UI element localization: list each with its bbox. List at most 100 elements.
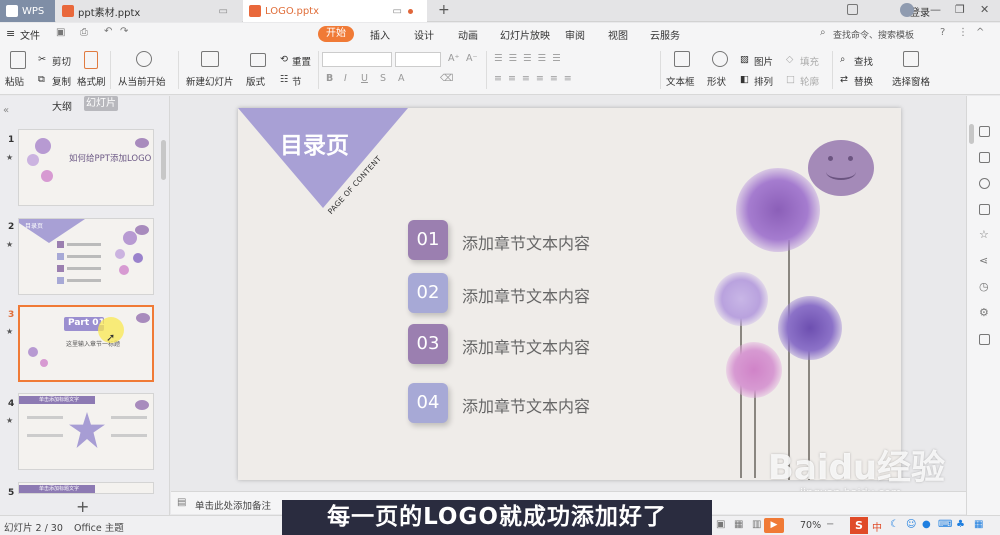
bold-icon[interactable]: B: [326, 73, 333, 84]
property-icon[interactable]: [979, 126, 990, 137]
monitor-icon[interactable]: ▭: [393, 6, 402, 17]
monitor-icon[interactable]: ▭: [219, 6, 228, 17]
picture-button[interactable]: 图片: [754, 54, 773, 68]
help-icon[interactable]: ?: [940, 27, 945, 38]
slide-thumbnail-3[interactable]: Part 01 这里输入章节一标题 ➚: [18, 305, 154, 382]
fill-button[interactable]: 填充: [800, 54, 819, 68]
outline-button[interactable]: 轮廓: [800, 74, 819, 88]
image-panel-icon[interactable]: [979, 204, 990, 215]
new-slide-button[interactable]: 新建幻灯片: [186, 74, 234, 88]
section-button[interactable]: 节: [292, 74, 302, 88]
zoom-level[interactable]: 70%: [800, 520, 821, 531]
arrange-icon[interactable]: ◧: [740, 74, 749, 85]
redo-icon[interactable]: ↷: [120, 26, 128, 37]
star-icon[interactable]: ☆: [979, 228, 989, 241]
play-slideshow-button[interactable]: ▶: [764, 518, 784, 533]
close-icon[interactable]: ✕: [980, 3, 989, 16]
maximize-icon[interactable]: ❐: [955, 3, 965, 16]
hamburger-icon[interactable]: ≡: [6, 27, 15, 40]
command-search[interactable]: 查找命令、搜索模板: [833, 28, 914, 41]
panel-scrollbar[interactable]: [161, 140, 166, 180]
backup-icon[interactable]: [979, 334, 990, 345]
reading-view-icon[interactable]: ▥: [752, 519, 761, 530]
outline-icon[interactable]: □: [786, 74, 795, 85]
ime-language-icon[interactable]: 中: [872, 519, 882, 534]
find-button[interactable]: 查找: [854, 54, 873, 68]
print-icon[interactable]: ⎙: [80, 27, 88, 38]
align-icons[interactable]: ≡≡≡≡≡≡: [494, 73, 578, 84]
more-icon[interactable]: ⋮: [958, 27, 968, 38]
collapse-panel-icon[interactable]: «: [3, 105, 9, 116]
ime-keyboard-icon[interactable]: ⌨: [938, 519, 952, 530]
vertical-scrollbar[interactable]: [969, 124, 974, 144]
reset-button[interactable]: 重置: [292, 54, 311, 68]
copy-icon[interactable]: ⧉: [38, 74, 45, 85]
paste-button[interactable]: 粘贴: [5, 74, 24, 88]
menu-design[interactable]: 设计: [414, 27, 434, 42]
replace-button[interactable]: 替换: [854, 74, 873, 88]
italic-icon[interactable]: I: [344, 73, 347, 84]
tab-logo[interactable]: LOGO.pptx ▭: [243, 0, 427, 22]
menu-animation[interactable]: 动画: [458, 27, 478, 42]
menu-file[interactable]: 文件: [20, 27, 40, 42]
fill-icon[interactable]: ◇: [786, 54, 793, 65]
ime-mic-icon[interactable]: ●: [922, 519, 931, 530]
menu-review[interactable]: 审阅: [565, 27, 585, 42]
cut-icon[interactable]: ✂: [38, 54, 46, 65]
slide-thumbnail-4[interactable]: 单击添加标题文字: [18, 393, 154, 470]
shape-panel-icon[interactable]: [979, 178, 990, 189]
ime-menu-icon[interactable]: ▦: [974, 519, 983, 530]
ime-moon-icon[interactable]: ☾: [890, 519, 899, 530]
menu-view[interactable]: 视图: [608, 27, 628, 42]
layout-icon[interactable]: [250, 53, 266, 67]
tab-outline[interactable]: 大纲: [52, 98, 72, 113]
menu-slideshow[interactable]: 幻灯片放映: [500, 27, 550, 42]
restore-layout-icon[interactable]: [847, 4, 858, 15]
new-slide-icon[interactable]: [201, 51, 219, 67]
font-color-icon[interactable]: A: [398, 73, 405, 84]
undo-icon[interactable]: ↶: [104, 26, 112, 37]
history-icon[interactable]: ◷: [979, 280, 989, 293]
textbox-icon[interactable]: [674, 51, 690, 67]
replace-icon[interactable]: ⇄: [840, 74, 848, 85]
format-painter-icon[interactable]: [84, 51, 98, 69]
add-slide-button[interactable]: +: [76, 497, 89, 516]
settings-icon[interactable]: ⚙: [979, 306, 989, 319]
font-size-select[interactable]: [395, 52, 441, 67]
clear-format-icon[interactable]: ⌫: [440, 73, 453, 84]
layout-button[interactable]: 版式: [246, 74, 265, 88]
font-family-select[interactable]: [322, 52, 392, 67]
ime-skin-icon[interactable]: ♣: [956, 519, 965, 530]
list-icons[interactable]: ☰☰☰☰☰: [494, 53, 567, 64]
shadow-icon[interactable]: S: [380, 73, 386, 84]
from-current-button[interactable]: 从当前开始: [118, 74, 166, 88]
menu-insert[interactable]: 插入: [370, 27, 390, 42]
zoom-out-icon[interactable]: −: [826, 519, 834, 530]
ime-logo-icon[interactable]: S: [850, 517, 868, 534]
underline-icon[interactable]: U: [361, 73, 368, 84]
collapse-icon[interactable]: ^: [976, 27, 984, 38]
shape-icon[interactable]: [712, 51, 728, 67]
arrange-button[interactable]: 排列: [754, 74, 773, 88]
share-icon[interactable]: ⋖: [979, 254, 988, 267]
section-icon[interactable]: ☷: [280, 74, 289, 85]
notes-placeholder[interactable]: 单击此处添加备注: [195, 498, 271, 512]
font-grow-icon[interactable]: A⁺: [448, 53, 460, 64]
new-tab-icon[interactable]: +: [438, 2, 450, 18]
ime-emoji-icon[interactable]: ☺: [906, 519, 916, 530]
menu-start[interactable]: 开始: [318, 26, 354, 42]
paste-icon[interactable]: [10, 51, 26, 69]
normal-view-icon[interactable]: ▣: [716, 519, 725, 530]
slide-thumbnail-1[interactable]: 如何给PPT添加LOGO: [18, 129, 154, 206]
save-icon[interactable]: ▣: [56, 27, 65, 38]
sorter-view-icon[interactable]: ▦: [734, 519, 743, 530]
minimize-icon[interactable]: —: [930, 3, 941, 16]
reset-icon[interactable]: ⟲: [280, 54, 288, 65]
copy-button[interactable]: 复制: [52, 74, 71, 88]
tab-ppt-material[interactable]: ppt素材.pptx ▭: [56, 0, 242, 22]
select-pane-button[interactable]: 选择窗格: [892, 74, 930, 88]
select-pane-icon[interactable]: [903, 51, 919, 67]
avatar-icon[interactable]: [900, 3, 914, 17]
slide-canvas[interactable]: 目录页 PAGE OF CONTENT 01 添加章节文本内容 02 添加章节文…: [238, 108, 901, 480]
font-shrink-icon[interactable]: A⁻: [466, 53, 478, 64]
